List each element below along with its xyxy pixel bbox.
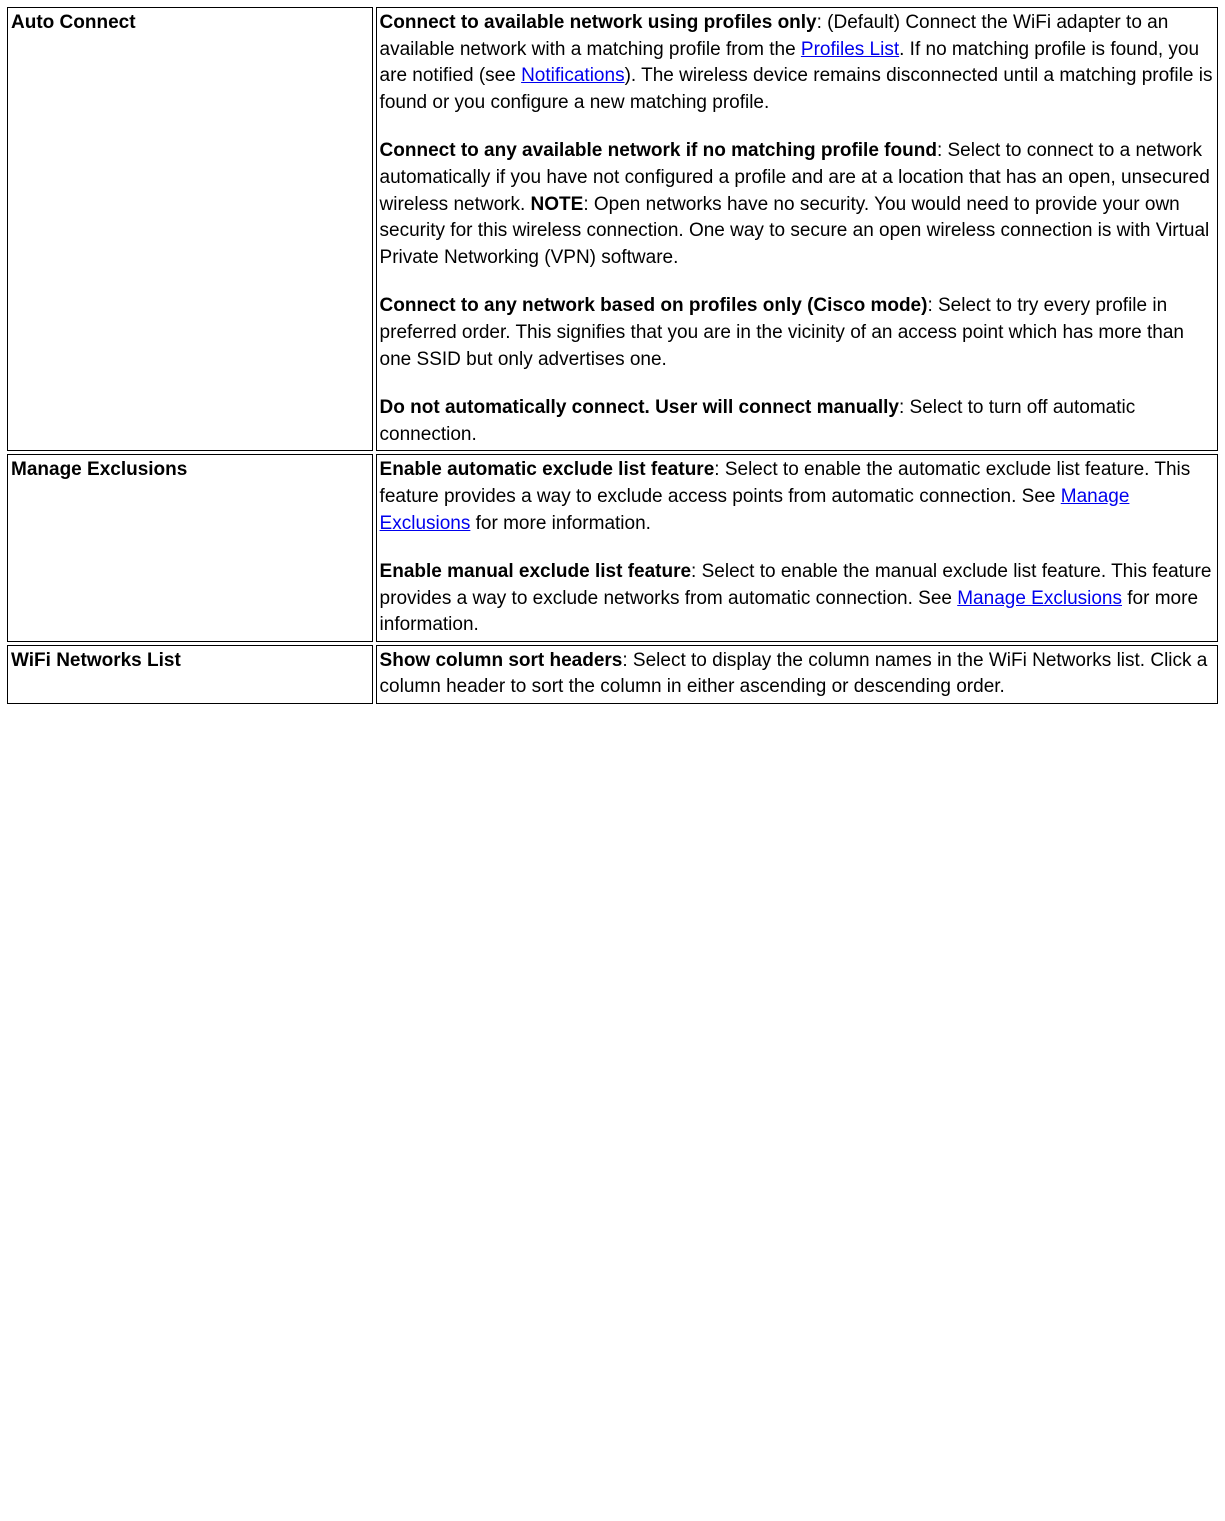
- bold-text: Do not automatically connect. User will …: [380, 397, 899, 418]
- paragraph: Show column sort headers: Select to disp…: [380, 648, 1214, 701]
- table-row: Auto Connect Connect to available network…: [7, 7, 1218, 451]
- settings-table: Auto Connect Connect to available network…: [4, 4, 1221, 707]
- paragraph: Do not automatically connect. User will …: [380, 395, 1214, 448]
- paragraph: Connect to any network based on profiles…: [380, 293, 1214, 373]
- table-row: Manage ExclusionsEnable automatic exclud…: [7, 454, 1218, 642]
- bold-text: NOTE: [531, 194, 584, 215]
- row-label-auto-connect: Auto Connect: [7, 7, 373, 451]
- row-label-wifi-networks-list: WiFi Networks List: [7, 645, 373, 704]
- bold-text: Connect to available network using profi…: [380, 12, 817, 33]
- link-profiles-list[interactable]: Profiles List: [801, 39, 899, 60]
- bold-text: Connect to any available network if no m…: [380, 140, 937, 161]
- row-label-manage-exclusions: Manage Exclusions: [7, 454, 373, 642]
- link-notifications[interactable]: Notifications: [521, 65, 625, 86]
- paragraph: Connect to any available network if no m…: [380, 138, 1214, 271]
- row-content: Enable automatic exclude list feature: S…: [376, 454, 1218, 642]
- bold-text: Connect to any network based on profiles…: [380, 295, 928, 316]
- paragraph: Enable manual exclude list feature: Sele…: [380, 559, 1214, 639]
- settings-table-body: Auto Connect Connect to available network…: [7, 7, 1218, 704]
- paragraph: Connect to available network using profi…: [380, 10, 1214, 116]
- bold-text: Show column sort headers: [380, 650, 623, 671]
- link-manage-exclusions[interactable]: Manage Exclusions: [957, 588, 1122, 609]
- bold-text: Enable manual exclude list feature: [380, 561, 692, 582]
- paragraph: Enable automatic exclude list feature: S…: [380, 457, 1214, 537]
- text-run: for more information.: [470, 513, 651, 534]
- row-content: Connect to available network using profi…: [376, 7, 1218, 451]
- table-row: WiFi Networks ListShow column sort heade…: [7, 645, 1218, 704]
- row-content: Show column sort headers: Select to disp…: [376, 645, 1218, 704]
- bold-text: Enable automatic exclude list feature: [380, 459, 715, 480]
